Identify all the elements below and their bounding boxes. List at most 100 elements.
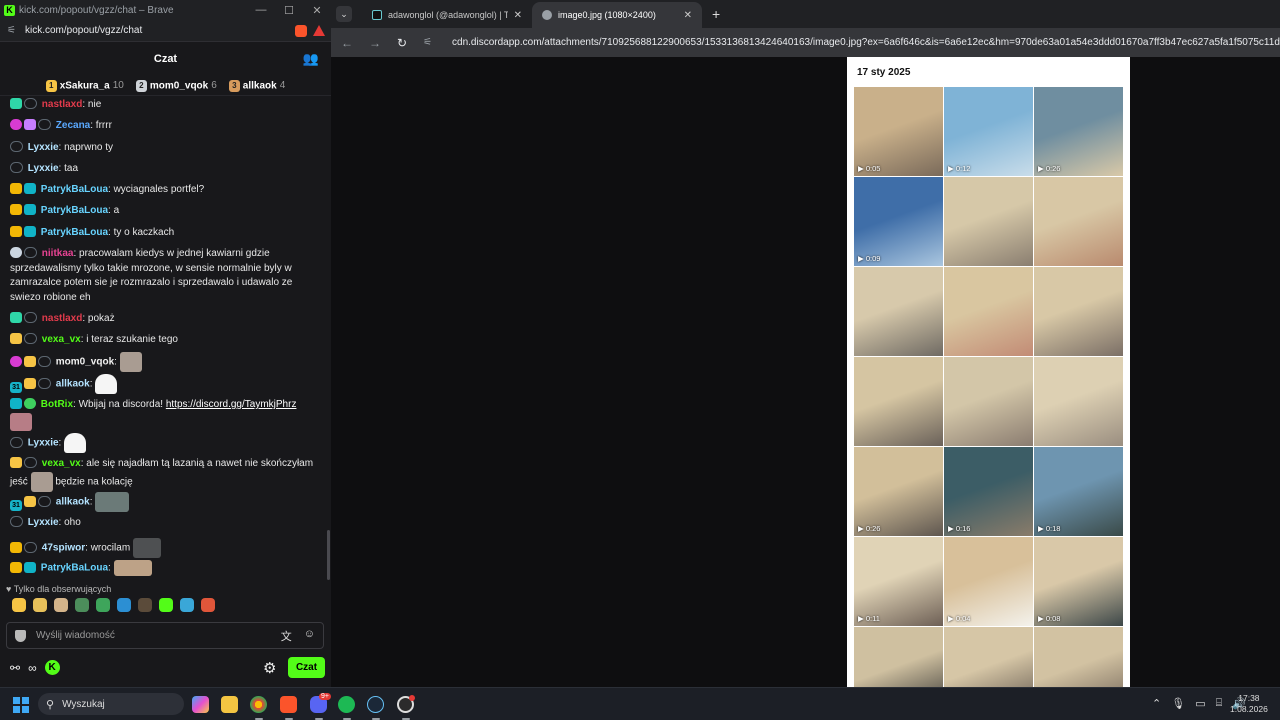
chat-username[interactable]: Lyxxie	[28, 163, 59, 174]
leaderboard-item[interactable]: 2 mom0_vqok 6	[135, 79, 217, 92]
video-thumbnail[interactable]: ▶ 0:09	[854, 177, 943, 266]
video-thumbnail[interactable]: ▶ 0:08	[1034, 537, 1123, 626]
chat-username[interactable]: PatrykBaLoua	[41, 563, 108, 574]
leaderboard-item[interactable]: 3 allkaok 4	[228, 79, 285, 92]
chat-username[interactable]: vexa_vx	[42, 334, 81, 345]
maximize-button[interactable]: ☐	[275, 4, 303, 17]
address-bar[interactable]: cdn.discordapp.com/attachments/710925688…	[452, 37, 1280, 48]
chevron-up-icon[interactable]: ⌃	[1152, 697, 1161, 710]
video-thumbnail[interactable]	[944, 627, 1033, 687]
chat-username[interactable]: nastlaxd	[42, 99, 83, 110]
chat-username[interactable]: PatrykBaLoua	[41, 184, 108, 195]
chat-username[interactable]: PatrykBaLoua	[41, 227, 108, 238]
new-tab-button[interactable]: +	[712, 6, 720, 22]
close-button[interactable]: ✕	[303, 4, 331, 17]
users-icon[interactable]: 👥	[303, 51, 319, 67]
clock[interactable]: 17:38 1.08.2026	[1230, 693, 1268, 715]
leaderboard-item[interactable]: 1 xSakura_a 10	[45, 79, 124, 92]
chat-username[interactable]: Lyxxie	[28, 438, 59, 449]
spotify-icon[interactable]	[338, 696, 355, 713]
close-tab-icon[interactable]: ✕	[514, 10, 522, 21]
close-tab-icon[interactable]: ✕	[684, 10, 692, 21]
site-settings-icon[interactable]: ⚟	[423, 37, 432, 48]
emote-button[interactable]	[180, 598, 194, 612]
tab-image[interactable]: image0.jpg (1080×2400) ✕	[532, 2, 702, 28]
tab-tiktok[interactable]: adawonglol (@adawonglol) | TikTok ✕	[362, 2, 532, 28]
video-thumbnail[interactable]	[944, 267, 1033, 356]
video-thumbnail[interactable]: ▶ 0:04	[944, 537, 1033, 626]
chrome-icon[interactable]	[250, 696, 267, 713]
chat-username[interactable]: PatrykBaLoua	[41, 205, 108, 216]
video-duration: ▶ 0:12	[948, 164, 971, 173]
video-thumbnail[interactable]	[944, 357, 1033, 446]
translate-icon[interactable]: 文	[281, 628, 292, 644]
windows-start-icon[interactable]	[13, 697, 29, 713]
video-thumbnail[interactable]: ▶ 0:12	[944, 87, 1033, 176]
video-thumbnail[interactable]	[1034, 177, 1123, 266]
chat-scrollbar[interactable]	[327, 530, 330, 580]
chat-input[interactable]	[36, 630, 266, 641]
microphone-icon[interactable]: 🎙	[1171, 697, 1185, 710]
connections-icon[interactable]: ⚯	[10, 661, 20, 675]
chat-username[interactable]: nastlaxd	[42, 313, 83, 324]
video-thumbnail[interactable]: ▶ 0:26	[1034, 87, 1123, 176]
gear-icon[interactable]: ⚙	[263, 659, 276, 677]
chat-username[interactable]: niitkaa	[42, 248, 74, 259]
send-chat-button[interactable]: Czat	[288, 657, 325, 678]
video-thumbnail[interactable]: ▶ 0:11	[854, 537, 943, 626]
steam-icon[interactable]	[367, 696, 384, 713]
video-thumbnail[interactable]	[1034, 267, 1123, 356]
infinity-icon[interactable]: ∞	[28, 661, 37, 675]
emote-button[interactable]	[12, 598, 26, 612]
emote-button[interactable]	[33, 598, 47, 612]
emote-button[interactable]	[138, 598, 152, 612]
chat-username[interactable]: Lyxxie	[28, 142, 59, 153]
emote-button[interactable]	[75, 598, 89, 612]
brave-icon[interactable]	[280, 696, 297, 713]
chat-username[interactable]: allkaok	[56, 379, 90, 390]
chat-message: vexa_vx: ale się najadłam tą lazanią a n…	[10, 457, 316, 492]
video-thumbnail[interactable]	[1034, 627, 1123, 687]
minimize-button[interactable]: —	[247, 4, 275, 17]
brave-rewards-icon[interactable]	[313, 24, 325, 36]
discord-link[interactable]: https://discord.gg/TaymkjPhrz	[166, 399, 297, 410]
network-icon[interactable]: ⌸	[1216, 697, 1223, 710]
chat-username[interactable]: 47spiwor	[42, 543, 85, 554]
emote-button[interactable]	[54, 598, 68, 612]
display-icon[interactable]: ▭	[1195, 697, 1205, 710]
back-icon[interactable]: ←	[341, 36, 353, 50]
silver-medal-icon: 2	[135, 79, 147, 92]
shield-icon[interactable]	[15, 629, 26, 642]
chat-username[interactable]: Zecana	[56, 120, 90, 131]
taskbar-search[interactable]: ⚲ Wyszukaj	[38, 693, 184, 715]
video-thumbnail[interactable]	[944, 177, 1033, 266]
brave-shields-icon[interactable]	[295, 24, 307, 37]
copilot-icon[interactable]	[192, 696, 209, 713]
face-emote	[95, 492, 130, 512]
chat-username[interactable]: allkaok	[56, 497, 90, 508]
reload-icon[interactable]: ↻	[397, 36, 407, 50]
tab-search-button[interactable]: ⌄	[336, 6, 352, 22]
site-settings-icon[interactable]: ⚟	[7, 25, 16, 36]
file-explorer-icon[interactable]	[221, 696, 238, 713]
emoji-icon[interactable]: ☺	[304, 628, 315, 644]
chat-username[interactable]: BotRix	[41, 399, 73, 410]
video-thumbnail[interactable]	[1034, 357, 1123, 446]
video-thumbnail[interactable]	[854, 357, 943, 446]
chat-username[interactable]: vexa_vx	[42, 458, 81, 469]
video-thumbnail[interactable]	[854, 267, 943, 356]
kick-logo-icon[interactable]: K	[44, 660, 60, 675]
emote-button[interactable]	[117, 598, 131, 612]
emote-button[interactable]	[159, 598, 173, 612]
video-thumbnail[interactable]: ▶ 0:26	[854, 447, 943, 536]
video-thumbnail[interactable]: ▶ 0:05	[854, 87, 943, 176]
forward-icon[interactable]: →	[369, 36, 381, 50]
emote-button[interactable]	[201, 598, 215, 612]
video-thumbnail[interactable]: ▶ 0:18	[1034, 447, 1123, 536]
chat-username[interactable]: mom0_vqok	[56, 357, 114, 368]
video-thumbnail[interactable]	[854, 627, 943, 687]
chat-username[interactable]: Lyxxie	[28, 517, 59, 528]
chat-url[interactable]: kick.com/popout/vgzz/chat	[25, 25, 142, 36]
emote-button[interactable]	[96, 598, 110, 612]
video-thumbnail[interactable]: ▶ 0:16	[944, 447, 1033, 536]
